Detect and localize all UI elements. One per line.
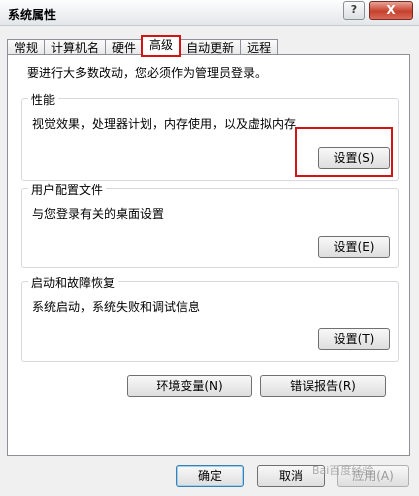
- close-button[interactable]: X: [369, 1, 413, 20]
- environment-variables-button[interactable]: 环境变量(N): [127, 375, 252, 397]
- admin-note: 要进行大多数改动，您必须作为管理员登录。: [27, 66, 268, 80]
- performance-title: 性能: [28, 91, 59, 108]
- performance-group: 性能 视觉效果，处理器计划，内存使用，以及虚拟内存 设置(S): [21, 91, 399, 181]
- user-profiles-description: 与您登录有关的桌面设置: [32, 207, 165, 221]
- startup-recovery-description: 系统启动，系统失败和调试信息: [32, 300, 201, 314]
- help-button[interactable]: ?: [343, 1, 365, 20]
- ok-button[interactable]: 确定: [176, 465, 244, 487]
- startup-recovery-settings-button[interactable]: 设置(T): [318, 328, 390, 350]
- startup-recovery-title: 启动和故障恢复: [28, 274, 119, 291]
- user-profiles-group: 用户配置文件 与您登录有关的桌面设置 设置(E): [21, 181, 399, 268]
- error-reporting-button[interactable]: 错误报告(R): [260, 375, 386, 397]
- watermark: Bai百度经验: [312, 464, 374, 477]
- title-bar: 系统属性 ? X: [0, 0, 419, 26]
- performance-description: 视觉效果，处理器计划，内存使用，以及虚拟内存: [32, 117, 297, 131]
- window-title: 系统属性: [8, 8, 57, 22]
- advanced-tab-panel: 要进行大多数改动，您必须作为管理员登录。 性能 视觉效果，处理器计划，内存使用，…: [7, 54, 410, 456]
- startup-recovery-group: 启动和故障恢复 系统启动，系统失败和调试信息 设置(T): [21, 274, 399, 362]
- tab-bar: 常规 计算机名 硬件 高级 自动更新 远程: [7, 35, 279, 57]
- tab-advanced[interactable]: 高级: [141, 35, 182, 57]
- user-profiles-title: 用户配置文件: [28, 181, 107, 198]
- performance-settings-button[interactable]: 设置(S): [318, 147, 390, 169]
- user-profiles-settings-button[interactable]: 设置(E): [318, 236, 390, 258]
